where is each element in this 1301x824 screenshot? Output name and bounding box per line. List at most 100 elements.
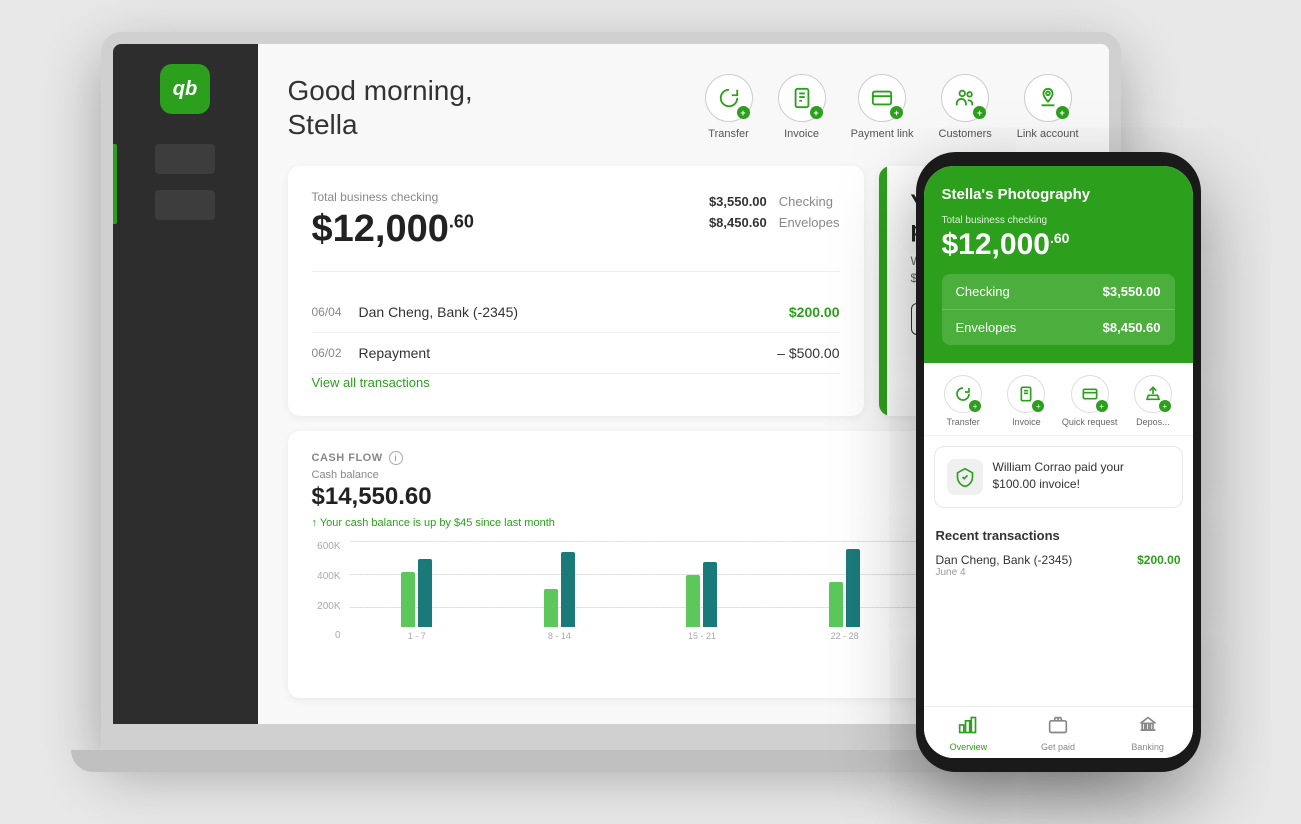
transfer-plus-badge: + — [737, 106, 750, 119]
phone-business-name: Stella's Photography — [942, 186, 1175, 203]
cash-up-text: Your cash balance is up by $45 since las… — [320, 517, 555, 529]
bars-8-14 — [544, 537, 575, 627]
header: Good morning, Stella + Transfer — [288, 74, 1079, 141]
phone-invoice-icon: + — [1007, 375, 1045, 413]
transaction-2-left: 06/02 Repayment — [312, 345, 431, 361]
transfer-label: Transfer — [708, 128, 749, 140]
balance-section: Total business checking $12,000.60 $3,55… — [312, 190, 840, 272]
payment-link-icon: + — [858, 74, 906, 122]
qb-logo-text: qb — [173, 78, 197, 101]
payment-link-plus-badge: + — [890, 106, 903, 119]
cashflow-info-icon[interactable]: i — [389, 451, 403, 465]
phone-recent-title: Recent transactions — [936, 528, 1181, 543]
customers-label: Customers — [939, 128, 992, 140]
y-label-600k: 600K — [317, 541, 340, 552]
sidebar-nav-item-2[interactable] — [155, 190, 215, 220]
bar-teal-22-28 — [846, 549, 860, 627]
phone-action-deposit[interactable]: + Depos... — [1121, 375, 1184, 427]
bar-group-15-21: 15 - 21 — [635, 537, 770, 641]
banking-nav-icon — [1138, 715, 1158, 740]
overview-nav-label: Overview — [950, 742, 988, 752]
phone-deposit-label: Depos... — [1136, 417, 1170, 427]
phone-checking-amount: $3,550.00 — [1103, 284, 1161, 299]
phone-checking-row[interactable]: Checking $3,550.00 — [942, 274, 1175, 310]
balance-row-envelopes: $8,450.60 Envelopes — [709, 215, 840, 230]
phone-transfer-icon: + — [944, 375, 982, 413]
link-account-plus-badge: + — [1056, 106, 1069, 119]
quick-action-link-account[interactable]: + Link account — [1017, 74, 1079, 140]
bar-green-22-28 — [829, 582, 843, 627]
phone-balance-label: Total business checking — [942, 215, 1175, 226]
bar-label-22-28: 22 - 28 — [831, 631, 859, 641]
paid-card-accent-bar — [879, 166, 887, 416]
transaction-2-date: 06/02 — [312, 346, 347, 360]
phone-trans-left-1: Dan Cheng, Bank (-2345) June 4 — [936, 553, 1073, 578]
qb-logo-container[interactable]: qb — [160, 64, 210, 114]
y-label-400k: 400K — [317, 571, 340, 582]
bar-group-22-28: 22 - 28 — [777, 537, 912, 641]
balance-details: $3,550.00 Checking $8,450.60 Envelopes — [709, 190, 840, 230]
phone-trans-row-1[interactable]: Dan Cheng, Bank (-2345) June 4 $200.00 — [936, 553, 1181, 578]
phone-device: Stella's Photography Total business chec… — [916, 152, 1201, 772]
phone-payment-notification[interactable]: William Corrao paid your $100.00 invoice… — [934, 446, 1183, 508]
bar-teal-15-21 — [703, 562, 717, 627]
transaction-row-2[interactable]: 06/02 Repayment – $500.00 — [312, 333, 840, 374]
phone-nav-overview[interactable]: Overview — [924, 715, 1014, 752]
banking-card: Total business checking $12,000.60 $3,55… — [288, 166, 864, 416]
bars-22-28 — [829, 537, 860, 627]
phone-checking-label: Checking — [956, 284, 1010, 299]
greeting-block: Good morning, Stella — [288, 74, 473, 141]
transaction-row-1[interactable]: 06/04 Dan Cheng, Bank (-2345) $200.00 — [312, 292, 840, 333]
invoice-label: Invoice — [784, 128, 819, 140]
phone-transfer-plus: + — [969, 400, 981, 412]
total-amount-main: $12,000 — [312, 208, 449, 250]
payment-link-label: Payment link — [851, 128, 914, 140]
phone-balance-cents: .60 — [1050, 230, 1069, 246]
transaction-1-left: 06/04 Dan Cheng, Bank (-2345) — [312, 304, 519, 320]
y-label-200k: 200K — [317, 601, 340, 612]
phone-nav-banking[interactable]: Banking — [1103, 715, 1193, 752]
phone-screen: Stella's Photography Total business chec… — [924, 166, 1193, 758]
bars-15-21 — [686, 537, 717, 627]
balance-row-checking: $3,550.00 Checking — [709, 194, 840, 209]
payment-received-icon — [947, 459, 983, 495]
phone-transfer-label: Transfer — [947, 417, 980, 427]
bar-green-15-21 — [686, 575, 700, 627]
bars-1-7 — [401, 537, 432, 627]
phone-envelopes-row[interactable]: Envelopes $8,450.60 — [942, 310, 1175, 345]
transaction-1-name: Dan Cheng, Bank (-2345) — [359, 304, 519, 320]
phone-action-invoice[interactable]: + Invoice — [995, 375, 1058, 427]
bar-label-15-21: 15 - 21 — [688, 631, 716, 641]
quick-action-payment-link[interactable]: + Payment link — [851, 74, 914, 140]
chart-y-labels: 600K 400K 200K 0 — [312, 541, 347, 641]
phone-nav-get-paid[interactable]: Get paid — [1013, 715, 1103, 752]
phone-invoice-plus: + — [1032, 400, 1044, 412]
quick-action-transfer[interactable]: + Transfer — [705, 74, 753, 140]
phone-deposit-plus: + — [1159, 400, 1171, 412]
checking-label: Checking — [779, 194, 833, 209]
phone-accounts: Checking $3,550.00 Envelopes $8,450.60 — [942, 274, 1175, 345]
phone-invoice-label: Invoice — [1012, 417, 1041, 427]
link-account-label: Link account — [1017, 128, 1079, 140]
total-amount: $12,000.60 — [312, 208, 474, 251]
transfer-icon: + — [705, 74, 753, 122]
bar-green-1-7 — [401, 572, 415, 627]
get-paid-nav-label: Get paid — [1041, 742, 1075, 752]
phone-quick-request-label: Quick request — [1062, 417, 1118, 427]
quick-action-customers[interactable]: + Customers — [939, 74, 992, 140]
envelopes-label: Envelopes — [779, 215, 840, 230]
phone-quick-request-icon: + — [1071, 375, 1109, 413]
customers-icon: + — [941, 74, 989, 122]
view-all-transactions-link[interactable]: View all transactions — [312, 375, 430, 390]
phone-action-quick-request[interactable]: + Quick request — [1058, 375, 1121, 427]
bar-group-1-7: 1 - 7 — [350, 537, 485, 641]
phone-envelopes-label: Envelopes — [956, 320, 1017, 335]
bar-green-8-14 — [544, 589, 558, 627]
banking-nav-label: Banking — [1131, 742, 1164, 752]
sidebar-nav-item-1[interactable] — [155, 144, 215, 174]
link-account-icon: + — [1024, 74, 1072, 122]
phone-action-transfer[interactable]: + Transfer — [932, 375, 995, 427]
quick-action-invoice[interactable]: + Invoice — [778, 74, 826, 140]
phone-header: Stella's Photography Total business chec… — [924, 166, 1193, 363]
phone-trans-amount-1: $200.00 — [1137, 553, 1180, 578]
